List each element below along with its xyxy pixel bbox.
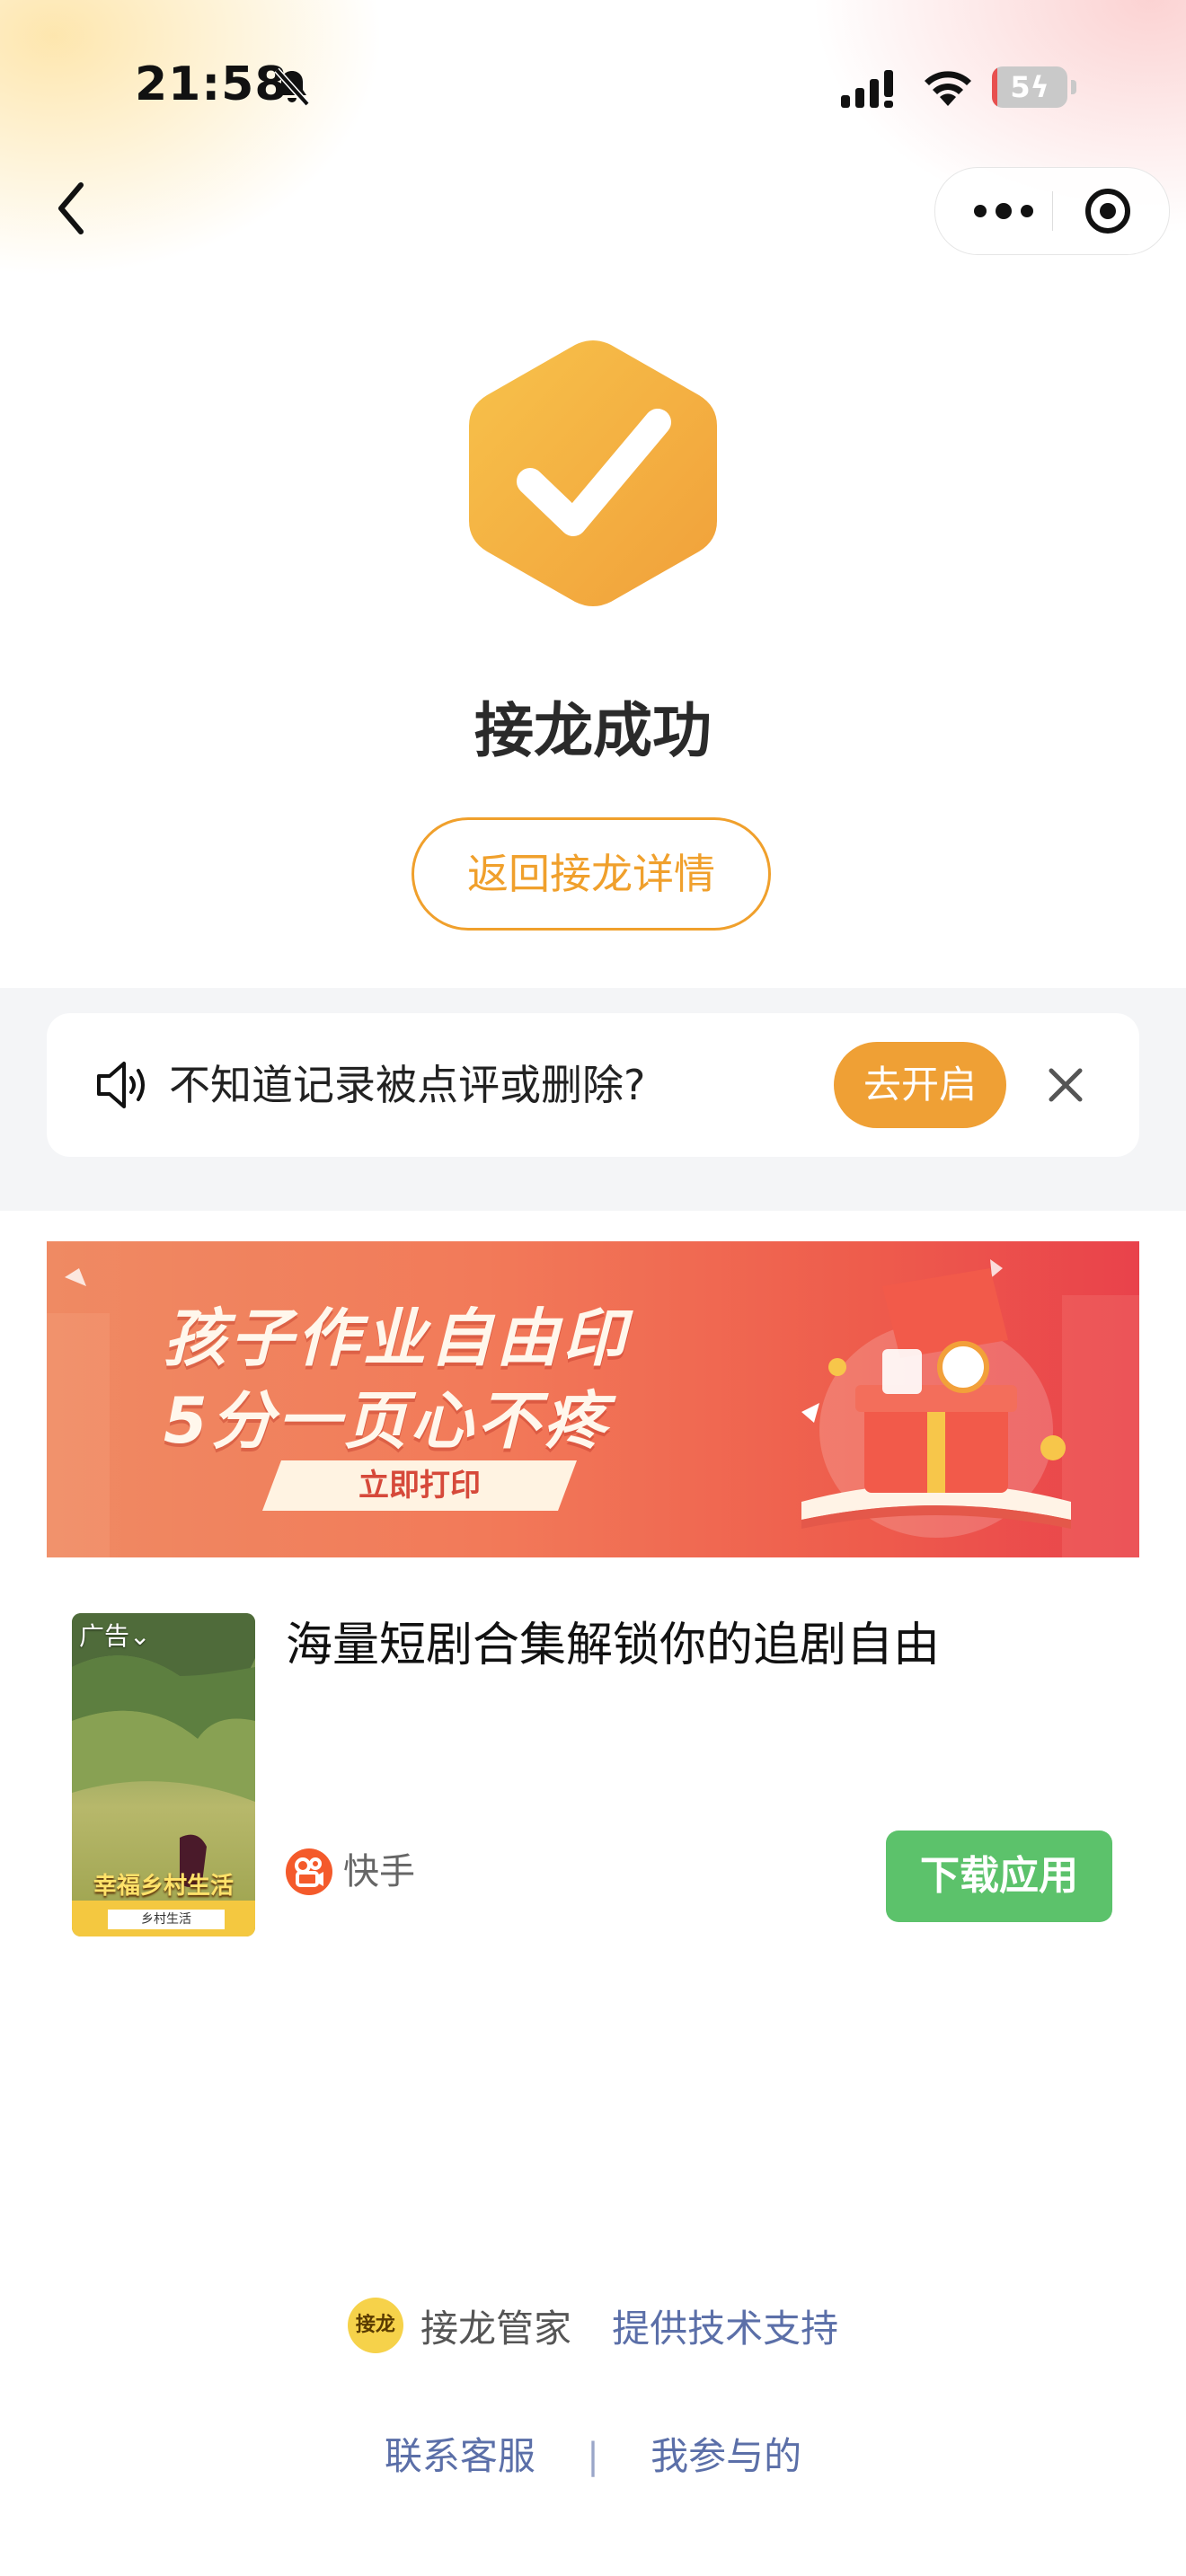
footer-app-name: 接龙管家 (420, 2306, 571, 2351)
capsule-divider (1052, 191, 1053, 231)
banner-headline-1: 孩子作业自由印 (164, 1301, 629, 1375)
battery-cap (1071, 80, 1076, 94)
hexagon-check-icon (469, 340, 717, 606)
advertiser-name: 快手 (343, 1851, 415, 1892)
notice-text: 不知道记录被点评或删除? (169, 1061, 646, 1109)
status-time: 21:58 (135, 57, 288, 111)
footer-separator: | (587, 2435, 599, 2477)
status-bar: 21:58 5ϟ (0, 0, 1186, 171)
battery-text: 5ϟ (1010, 70, 1049, 104)
notification-tip: 不知道记录被点评或删除? 去开启 (47, 1013, 1139, 1157)
ad-thumbnail[interactable]: 广告⌄ 幸福乡村生活 乡村生活 (72, 1613, 255, 1936)
page: 21:58 5ϟ 接龙成功 返回接龙详情 不知道记录被点评或删除? 去开启 孩子… (0, 0, 1186, 2576)
download-app-button[interactable]: 下载应用 (886, 1831, 1112, 1922)
speaker-icon (97, 1062, 145, 1108)
close-circle-icon[interactable] (1083, 186, 1133, 236)
thumbnail-subcaption: 乡村生活 (108, 1910, 225, 1929)
footer-support: 接龙 接龙管家 提供技术支持 (0, 2298, 1186, 2357)
page-title: 接龙成功 (474, 696, 712, 765)
contact-service-link[interactable]: 联系客服 (385, 2428, 535, 2485)
ad-title[interactable]: 海量短剧合集解锁你的追剧自由 (286, 1613, 1094, 1678)
mini-program-capsule (934, 167, 1170, 255)
banner-ad[interactable]: 孩子作业自由印 5分一页心不疼 立即打印 (47, 1241, 1139, 1557)
jielong-logo: 接龙 (347, 2298, 403, 2353)
footer-links: 联系客服 | 我参与的 (0, 2425, 1186, 2483)
cellular-signal-icon (841, 70, 893, 108)
chevron-left-icon[interactable] (50, 176, 93, 241)
enable-button[interactable]: 去开启 (834, 1042, 1006, 1128)
more-dots-icon[interactable] (968, 190, 1040, 233)
return-to-detail-button[interactable]: 返回接龙详情 (412, 817, 771, 931)
ad-badge[interactable]: 广告⌄ (79, 1617, 150, 1653)
battery-charging-icon: 5ϟ (992, 66, 1078, 110)
gift-box-book-illustration (801, 1268, 1071, 1538)
my-participated-link[interactable]: 我参与的 (651, 2428, 801, 2485)
footer-support-row: 接龙 接龙管家 提供技术支持 (347, 2298, 838, 2357)
native-ad-card[interactable]: 广告⌄ 幸福乡村生活 乡村生活 海量短剧合集解锁你的追剧自由 快手 下载应用 (47, 1599, 1139, 1958)
wifi-icon (925, 71, 971, 106)
bell-slash-icon (274, 67, 310, 107)
thumbnail-strip: 乡村生活 (72, 1901, 255, 1936)
kuaishou-logo-icon (286, 1848, 332, 1895)
thumbnail-caption: 幸福乡村生活 (93, 1873, 234, 1900)
tech-support-link[interactable]: 提供技术支持 (612, 2298, 838, 2353)
print-now-button[interactable]: 立即打印 (262, 1460, 577, 1511)
close-x-icon[interactable] (1044, 1063, 1087, 1107)
battery-body: 5ϟ (992, 66, 1067, 108)
banner-headline-2: 5分一页心不疼 (164, 1384, 610, 1458)
